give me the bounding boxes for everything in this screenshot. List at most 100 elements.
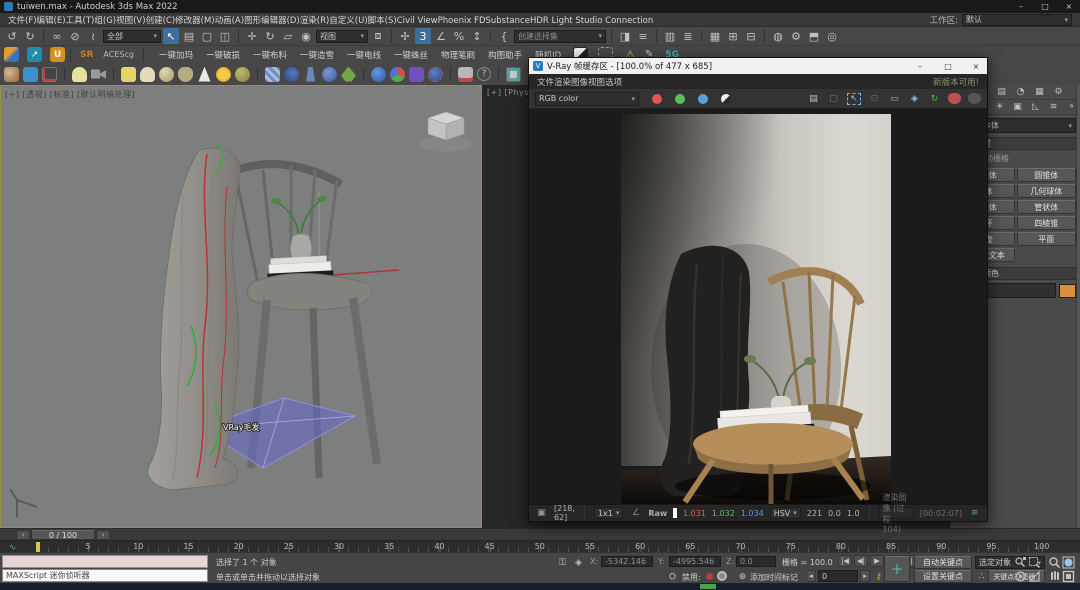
viewport-perspective[interactable]: VRay毛发 [+] [透视] [标准] [默认明暗处理] <box>0 85 482 528</box>
tower-icon[interactable] <box>303 67 318 82</box>
sr-button[interactable]: SR <box>76 50 97 60</box>
hierarchy-tab-icon[interactable]: ▤ <box>995 86 1008 99</box>
next-frame-button[interactable]: › <box>96 530 110 540</box>
purple-tool-icon[interactable] <box>409 67 424 82</box>
render-setup-icon[interactable]: ⚙ <box>788 28 804 44</box>
stamp-icon[interactable]: ≡ <box>968 507 981 520</box>
viewport-perspective-label[interactable]: [+] [透视] [标准] [默认明暗处理] <box>5 89 135 100</box>
select-link-icon[interactable]: ∞ <box>49 28 65 44</box>
use-pivot-icon[interactable]: ⧈ <box>370 28 386 44</box>
align-icon[interactable]: ≡ <box>635 28 651 44</box>
scene-explorer-icon[interactable]: ▥ <box>662 28 678 44</box>
vfb-menu-item[interactable]: 视图 <box>588 78 605 88</box>
teapot-icon[interactable] <box>178 67 193 82</box>
menu-item[interactable]: 工具(T) <box>66 16 95 26</box>
motion-tab-icon[interactable]: ◔ <box>1014 86 1027 99</box>
blue-sphere-icon[interactable] <box>371 67 386 82</box>
primitive-button[interactable]: 四棱锥 <box>1017 216 1077 230</box>
y-coord-field[interactable]: -4995.546 <box>669 556 721 567</box>
display-tab-icon[interactable]: ▦ <box>1033 86 1046 99</box>
curve-icon[interactable]: ∠ <box>629 507 642 520</box>
spacewarps-category-icon[interactable]: ≋ <box>1047 101 1060 114</box>
script-button[interactable]: 一键电线 <box>347 49 381 61</box>
auto-key-button[interactable]: 自动关键点 <box>914 556 972 569</box>
light-icon[interactable] <box>72 67 87 82</box>
menu-item[interactable]: 图形编辑器(D) <box>244 16 300 26</box>
vray-blue-icon[interactable] <box>23 67 38 82</box>
window-crossing-icon[interactable]: ◫ <box>217 28 233 44</box>
zoom-extents-icon[interactable] <box>1062 556 1075 569</box>
vfb-menu-item[interactable]: 渲染 <box>554 78 571 88</box>
move-icon[interactable]: ✛ <box>244 28 260 44</box>
aces-button[interactable]: ACEScg <box>99 50 138 59</box>
primitive-button[interactable]: 管状体 <box>1017 200 1077 214</box>
maxscript-pink-line[interactable] <box>2 555 208 568</box>
export-icon[interactable]: ↗ <box>27 47 42 62</box>
frame-forward-button[interactable]: ▸ <box>860 570 870 582</box>
moon-sphere-icon[interactable] <box>284 67 299 82</box>
schematic-view-icon[interactable]: ⊟ <box>743 28 759 44</box>
maximize-button[interactable]: □ <box>1038 1 1052 12</box>
set-key-big-button[interactable]: + <box>884 556 910 582</box>
vfb-menu-item[interactable]: 图像 <box>571 78 588 88</box>
load-image-icon[interactable]: ▢ <box>827 92 840 105</box>
menu-item[interactable]: 渲染(R) <box>300 16 330 26</box>
maximize-viewport-icon[interactable] <box>1062 570 1075 583</box>
transform-gizmo-icon[interactable]: ⛭ <box>666 570 679 583</box>
plant-icon[interactable] <box>341 67 356 82</box>
percent-snap-icon[interactable]: % <box>451 28 467 44</box>
absolute-mode-icon[interactable]: ◈ <box>572 556 585 569</box>
curve-editor-icon[interactable]: ⊞ <box>725 28 741 44</box>
orbit-icon[interactable] <box>1014 570 1027 583</box>
menu-item[interactable]: Phoenix FD <box>438 16 486 26</box>
play-button[interactable]: ▶ <box>870 555 884 567</box>
x-coord-field[interactable]: -5342.146 <box>601 556 653 567</box>
primitive-button[interactable]: 几何球体 <box>1017 184 1077 198</box>
vfb-close-button[interactable]: × <box>969 61 983 72</box>
key-filter-paw-icon[interactable]: ∴ <box>975 570 988 583</box>
utilities-tab-icon[interactable]: ⚙ <box>1052 86 1065 99</box>
fov-icon[interactable] <box>1028 570 1041 583</box>
interactive-render-icon[interactable]: ↻ <box>928 92 941 105</box>
zoom-ratio-icon[interactable]: ⊡ <box>868 92 881 105</box>
alpha-channel-icon[interactable] <box>721 94 731 104</box>
render-last-icon[interactable] <box>948 93 961 104</box>
mirror-icon[interactable]: ◨ <box>617 28 633 44</box>
select-by-name-icon[interactable]: ▤ <box>181 28 197 44</box>
app-titlebar[interactable]: tuiwen.max - Autodesk 3ds Max 2022 – □ × <box>0 0 1080 13</box>
select-object-button[interactable]: ↖ <box>163 28 179 44</box>
selection-lock-icon[interactable]: ⚿ <box>556 556 569 569</box>
vfb-menu-item[interactable]: 文件 <box>537 78 554 88</box>
redo-icon[interactable]: ↻ <box>22 28 38 44</box>
vfb-canvas[interactable] <box>529 109 987 506</box>
pan-icon[interactable] <box>1048 570 1061 583</box>
vfb-titlebar[interactable]: V V-Ray 帧缓存区 - [100.0% of 477 x 685] – □… <box>529 58 987 74</box>
pixel-ratio-dropdown[interactable]: 1x1▾ <box>594 507 623 519</box>
crystal-ball-icon[interactable] <box>322 67 337 82</box>
render-production-icon[interactable]: ◎ <box>824 28 840 44</box>
selection-filter-dropdown[interactable]: 全部▾ <box>103 30 161 43</box>
snap-toggle-button[interactable]: 3 <box>415 28 431 44</box>
u-plugin-icon[interactable]: U <box>50 47 65 62</box>
workspace-dropdown[interactable]: 默认▾ <box>962 14 1072 26</box>
sphere-icon[interactable] <box>159 67 174 82</box>
vfb-minimize-button[interactable]: – <box>913 61 927 72</box>
washer-icon[interactable] <box>506 67 521 82</box>
sphere-region-icon[interactable] <box>428 67 443 82</box>
vfb-maximize-button[interactable]: □ <box>941 61 955 72</box>
teapot-render-icon[interactable] <box>4 67 19 82</box>
rgb-dots-icon[interactable] <box>390 67 405 82</box>
record-dot-icon[interactable] <box>706 573 713 580</box>
time-slider-button[interactable]: 0 / 100 <box>31 530 95 540</box>
helpers-category-icon[interactable]: ◺ <box>1029 101 1042 114</box>
sun-icon[interactable] <box>216 67 231 82</box>
rect-selection-region-icon[interactable]: ▢ <box>199 28 215 44</box>
blue-channel-icon[interactable] <box>698 94 708 104</box>
rendered-frame-icon[interactable]: ⬒ <box>806 28 822 44</box>
hsv-dropdown[interactable]: HSV▾ <box>770 507 801 519</box>
menu-item[interactable]: 组(G) <box>94 16 116 26</box>
angle-snap-icon[interactable]: ∠ <box>433 28 449 44</box>
menu-item[interactable]: 文件(F) <box>8 16 37 26</box>
help-icon[interactable]: ? <box>477 67 491 81</box>
region-render-icon[interactable]: ↖ <box>847 93 861 105</box>
